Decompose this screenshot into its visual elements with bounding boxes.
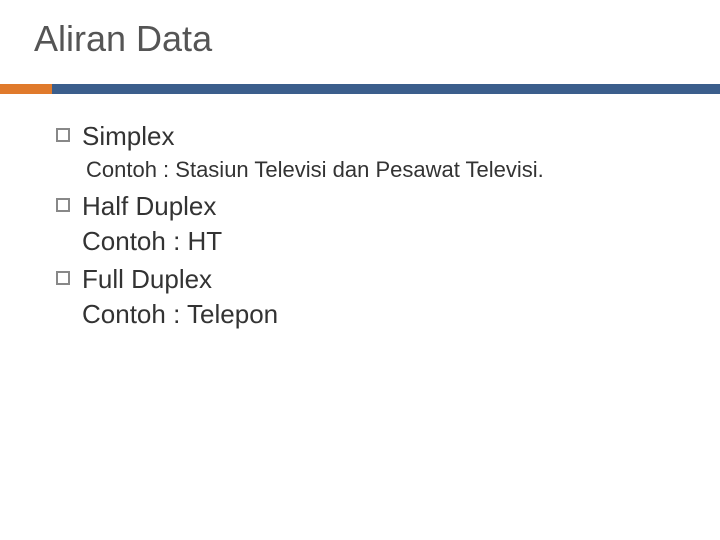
page-title: Aliran Data bbox=[34, 18, 720, 60]
square-bullet-icon bbox=[56, 128, 70, 142]
list-item: Half Duplex Contoh : HT bbox=[56, 190, 680, 257]
item-example: Contoh : HT bbox=[82, 225, 222, 258]
accent-bar-orange bbox=[0, 84, 52, 94]
item-heading: Full Duplex bbox=[82, 263, 278, 296]
item-heading: Simplex bbox=[82, 120, 174, 153]
slide: Aliran Data Simplex Contoh : Stasiun Tel… bbox=[0, 0, 720, 540]
divider bbox=[0, 84, 720, 94]
list-item: Full Duplex Contoh : Telepon bbox=[56, 263, 680, 330]
item-example: Contoh : Stasiun Televisi dan Pesawat Te… bbox=[86, 155, 680, 185]
list-item: Simplex Contoh : Stasiun Televisi dan Pe… bbox=[56, 120, 680, 184]
accent-bar-blue bbox=[52, 84, 720, 94]
item-heading: Half Duplex bbox=[82, 190, 222, 223]
content: Simplex Contoh : Stasiun Televisi dan Pe… bbox=[56, 120, 680, 330]
square-bullet-icon bbox=[56, 271, 70, 285]
item-example: Contoh : Telepon bbox=[82, 298, 278, 331]
square-bullet-icon bbox=[56, 198, 70, 212]
